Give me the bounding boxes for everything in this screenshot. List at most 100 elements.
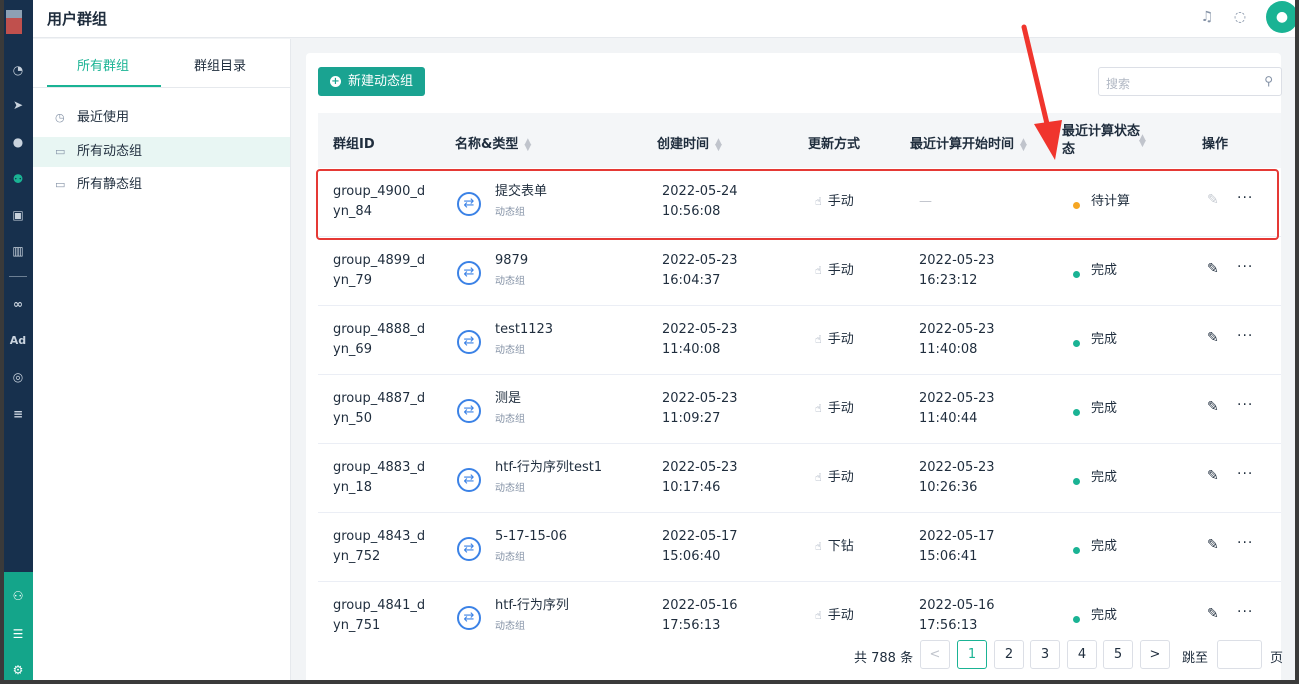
tab-all-groups[interactable]: 所有群组 xyxy=(77,55,129,74)
sort-icon[interactable]: ▲ ▼ xyxy=(1139,133,1146,148)
send-icon[interactable]: ➤ xyxy=(8,95,28,115)
edit-icon[interactable]: ✎ xyxy=(1207,537,1219,553)
page-3-button[interactable]: 3 xyxy=(1030,640,1060,669)
page-title: 用户群组 xyxy=(47,10,108,28)
sidebar-item-label: 最近使用 xyxy=(77,110,130,125)
created-time: 2022-05-16 17:56:13 xyxy=(662,598,738,633)
users-icon[interactable]: ⚉ xyxy=(8,169,28,189)
header-created-time[interactable]: 创建时间 ▲ ▼ xyxy=(657,133,722,152)
status-dot xyxy=(1073,271,1080,278)
page-1-button[interactable]: 1 xyxy=(957,640,987,669)
sidebar-item-all-dynamic[interactable]: ▭ 所有动态组 xyxy=(33,137,290,167)
wechat-icon[interactable]: ∞ xyxy=(8,294,28,314)
update-mode: ☝ 下钻 xyxy=(815,539,854,554)
more-icon[interactable]: ··· xyxy=(1237,604,1253,620)
dynamic-group-icon: ⇄ xyxy=(457,399,481,423)
page-4-button[interactable]: 4 xyxy=(1067,640,1097,669)
last-calc-start: 2022-05-23 11:40:08 xyxy=(919,322,995,357)
settings-icon[interactable]: ⚙ xyxy=(8,660,28,680)
group-sidebar: 所有群组 群组目录 ◷ 最近使用 ▭ 所有动态组 ▭ 所有静态组 xyxy=(33,39,291,680)
group-name[interactable]: 9879 xyxy=(495,251,528,271)
new-button-label: 新建动态组 xyxy=(348,74,414,89)
last-calc-start: 2022-05-23 11:40:44 xyxy=(919,391,995,426)
hand-icon: ☝ xyxy=(815,264,822,277)
group-name[interactable]: test1123 xyxy=(495,320,553,340)
more-icon[interactable]: ··· xyxy=(1237,328,1253,344)
hand-icon: ☝ xyxy=(815,609,822,622)
group-type: 动态组 xyxy=(495,552,525,563)
more-icon[interactable]: ··· xyxy=(1237,259,1253,275)
target-icon[interactable]: ◎ xyxy=(8,367,28,387)
sort-icon[interactable]: ▲ ▼ xyxy=(1020,137,1027,152)
created-time: 2022-05-23 11:40:08 xyxy=(662,322,738,357)
tab-group-directory[interactable]: 群组目录 xyxy=(194,55,246,74)
search-placeholder: 搜索 xyxy=(1106,77,1131,91)
bookmark-user-icon[interactable]: ▣ xyxy=(8,205,28,225)
dynamic-group-icon: ⇄ xyxy=(457,537,481,561)
jump-label: 跳至 xyxy=(1182,651,1209,666)
user-icon[interactable]: ● xyxy=(8,132,28,152)
group-name[interactable]: 5-17-15-06 xyxy=(495,527,567,547)
table-header: 群组ID 名称&类型 ▲ ▼ 创建时间 ▲ ▼ 更新方式 最近计算开始时间 ▲ ▼ 最近计算… xyxy=(318,113,1281,168)
prev-page-button[interactable]: < xyxy=(920,640,950,669)
ad-icon[interactable]: Ad xyxy=(8,331,28,351)
new-dynamic-group-button[interactable]: + 新建动态组 xyxy=(318,67,425,96)
search-input[interactable]: 搜索 ⚲ xyxy=(1098,67,1282,96)
groups-card: + 新建动态组 搜索 ⚲ 群组ID 名称&类型 ▲ ▼ 创建时间 ▲ ▼ 更新方式 最近… xyxy=(306,53,1284,680)
sort-icon[interactable]: ▲ ▼ xyxy=(715,137,722,152)
edit-icon[interactable]: ✎ xyxy=(1207,261,1219,277)
table-row[interactable]: group_4887_d yn_50 ⇄ 测是 动态组 2022-05-23 11:09:2… xyxy=(318,375,1281,444)
group-id-cell: group_4887_d yn_50 xyxy=(333,391,426,426)
sidebar-item-all-static[interactable]: ▭ 所有静态组 xyxy=(33,170,290,200)
group-name[interactable]: htf-行为序列test1 xyxy=(495,458,602,478)
last-calc-start: 2022-05-23 16:23:12 xyxy=(919,253,995,288)
avatar[interactable]: ● xyxy=(1266,1,1295,33)
status-dot xyxy=(1073,547,1080,554)
table-row[interactable]: group_4899_d yn_79 ⇄ 9879 动态组 2022-05-23 16:04… xyxy=(318,237,1281,306)
page-5-button[interactable]: 5 xyxy=(1103,640,1133,669)
table-row[interactable]: group_4883_d yn_18 ⇄ htf-行为序列test1 动态组 2022-0… xyxy=(318,444,1281,513)
bar-chart-icon[interactable]: ▥ xyxy=(8,241,28,261)
header-name-type[interactable]: 名称&类型 ▲ ▼ xyxy=(455,133,531,152)
app-window: ◔ ➤ ● ⚉ ▣ ▥ ∞ Ad ◎ ≡ ⚇ ☰ ⚙ 用户群组 ♫ ◌ ● 所有… xyxy=(4,0,1295,680)
created-time: 2022-05-23 10:17:46 xyxy=(662,460,738,495)
folder-icon: ▭ xyxy=(55,145,66,158)
status-badge: 完成 xyxy=(1091,401,1118,416)
list-icon[interactable]: ≡ xyxy=(8,404,28,424)
header-actions: 操作 xyxy=(1202,137,1229,152)
app-logo xyxy=(6,10,22,34)
more-icon[interactable]: ··· xyxy=(1237,397,1253,413)
group-id-cell: group_4883_d yn_18 xyxy=(333,460,426,495)
more-icon[interactable]: ··· xyxy=(1237,466,1253,482)
page-2-button[interactable]: 2 xyxy=(994,640,1024,669)
status-badge: 完成 xyxy=(1091,263,1118,278)
more-icon[interactable]: ··· xyxy=(1237,535,1253,551)
search-icon: ⚲ xyxy=(1264,74,1273,88)
sort-icon[interactable]: ▲ ▼ xyxy=(524,137,531,152)
next-page-button[interactable]: > xyxy=(1140,640,1170,669)
table-row[interactable]: group_4888_d yn_69 ⇄ test1123 动态组 2022-05-23 1… xyxy=(318,306,1281,375)
server-icon[interactable]: ☰ xyxy=(8,624,28,644)
status-dot xyxy=(1073,340,1080,347)
status-dot xyxy=(1073,478,1080,485)
edit-icon[interactable]: ✎ xyxy=(1207,468,1219,484)
active-tab-indicator xyxy=(47,85,161,87)
update-mode: ☝ 手动 xyxy=(815,608,854,623)
dynamic-group-icon: ⇄ xyxy=(457,330,481,354)
jump-page-input[interactable] xyxy=(1217,640,1262,669)
bell-icon[interactable]: ♫ xyxy=(1199,9,1215,25)
team-icon[interactable]: ⚇ xyxy=(8,586,28,606)
group-name[interactable]: 测是 xyxy=(495,389,521,409)
hand-icon: ☝ xyxy=(815,333,822,346)
edit-icon[interactable]: ✎ xyxy=(1207,330,1219,346)
dashboard-icon[interactable]: ◔ xyxy=(8,60,28,80)
edit-icon[interactable]: ✎ xyxy=(1207,606,1219,622)
edit-icon[interactable]: ✎ xyxy=(1207,399,1219,415)
header-last-calc-start[interactable]: 最近计算开始时间 ▲ ▼ xyxy=(910,133,1027,152)
table-row[interactable]: group_4843_d yn_752 ⇄ 5-17-15-06 动态组 2022-05-… xyxy=(318,513,1281,582)
page-unit-label: 页 xyxy=(1270,651,1284,666)
sidebar-item-recent[interactable]: ◷ 最近使用 xyxy=(33,103,290,133)
group-name[interactable]: htf-行为序列 xyxy=(495,596,569,616)
chat-icon[interactable]: ◌ xyxy=(1232,9,1248,25)
header-group-id: 群组ID xyxy=(333,137,375,152)
